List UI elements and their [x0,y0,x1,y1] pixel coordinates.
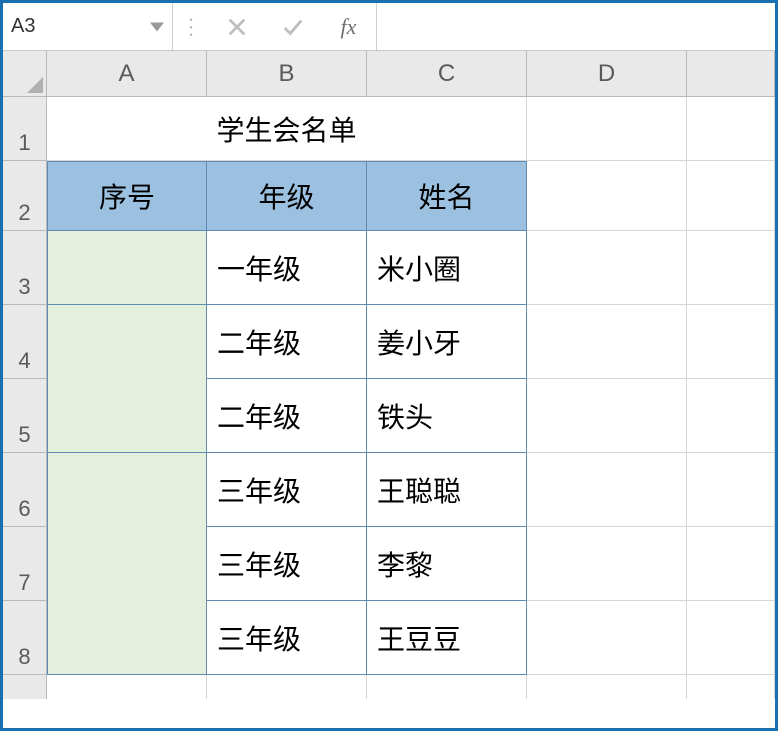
spreadsheet-grid: A B C D 1 学生会名单 2 序号 年级 姓名 3 一年级 [3,51,775,699]
column-header-blank[interactable] [687,51,775,97]
formula-input[interactable] [377,3,775,50]
column-header-C[interactable]: C [367,51,527,97]
cell-C9[interactable] [367,675,527,699]
check-icon [282,16,304,38]
row-header-7[interactable]: 7 [3,527,47,601]
grid-rows: 1 学生会名单 2 序号 年级 姓名 3 一年级 米小圈 4 [3,97,775,699]
cell-C8[interactable]: 王豆豆 [367,601,527,675]
table-row: 2 序号 年级 姓名 [3,161,775,231]
column-header-B[interactable]: B [207,51,367,97]
cell-E6[interactable] [687,453,775,527]
header-seq[interactable]: 序号 [47,161,207,231]
cell-C4[interactable]: 姜小牙 [367,305,527,379]
row-header-2[interactable]: 2 [3,161,47,231]
cell-D4[interactable] [527,305,687,379]
cell-B7[interactable]: 三年级 [207,527,367,601]
cell-A6[interactable] [47,453,207,527]
cell-B3[interactable]: 一年级 [207,231,367,305]
cell-A7[interactable] [47,527,207,601]
cell-C6[interactable]: 王聪聪 [367,453,527,527]
table-row: 7 三年级 李黎 [3,527,775,601]
enter-formula-button[interactable] [265,3,321,50]
name-box-dropdown-icon[interactable] [150,22,164,31]
cell-value: 铁头 [377,396,433,436]
cell-D6[interactable] [527,453,687,527]
cell-D2[interactable] [527,161,687,231]
row-header-4[interactable]: 4 [3,305,47,379]
header-grade-label: 年级 [258,176,314,216]
cell-value: 王豆豆 [377,618,461,658]
cell-D9[interactable] [527,675,687,699]
header-name[interactable]: 姓名 [367,161,527,231]
x-icon [226,16,248,38]
row-header-9[interactable] [3,675,47,699]
cell-D3[interactable] [527,231,687,305]
name-box-value: A3 [11,15,35,38]
fx-icon: fx [341,14,357,40]
cell-A8[interactable] [47,601,207,675]
cell-A9[interactable] [47,675,207,699]
cell-E1[interactable] [687,97,775,161]
cell-value: 姜小牙 [377,322,461,362]
cell-B9[interactable] [207,675,367,699]
row-header-3[interactable]: 3 [3,231,47,305]
cancel-formula-button[interactable] [209,3,265,50]
row-header-1[interactable]: 1 [3,97,47,161]
cell-D1[interactable] [527,97,687,161]
cell-value: 米小圈 [377,248,461,288]
cell-value: 三年级 [217,544,301,584]
row-header-8[interactable]: 8 [3,601,47,675]
cell-D7[interactable] [527,527,687,601]
cell-E7[interactable] [687,527,775,601]
cell-value: 二年级 [217,322,301,362]
header-seq-label: 序号 [99,176,155,216]
cell-A5[interactable] [47,379,207,453]
cell-E9[interactable] [687,675,775,699]
cell-D8[interactable] [527,601,687,675]
cell-B5[interactable]: 二年级 [207,379,367,453]
name-box[interactable]: A3 [3,3,173,50]
cell-value: 三年级 [217,470,301,510]
cell-C7[interactable]: 李黎 [367,527,527,601]
formula-bar: A3 ⋮ fx [3,3,775,51]
header-grade[interactable]: 年级 [207,161,367,231]
cell-A4[interactable] [47,305,207,379]
cell-value: 一年级 [217,248,301,288]
cell-E2[interactable] [687,161,775,231]
cell-C5[interactable]: 铁头 [367,379,527,453]
cell-value: 三年级 [217,618,301,658]
column-header-D[interactable]: D [527,51,687,97]
select-all-button[interactable] [3,51,47,97]
table-row: 4 二年级 姜小牙 [3,305,775,379]
column-header-row: A B C D [3,51,775,97]
column-header-A[interactable]: A [47,51,207,97]
cell-E5[interactable] [687,379,775,453]
cell-D5[interactable] [527,379,687,453]
cell-A3[interactable] [47,231,207,305]
cell-value: 二年级 [217,396,301,436]
header-name-label: 姓名 [418,176,474,216]
cell-value: 李黎 [377,544,433,584]
cell-B6[interactable]: 三年级 [207,453,367,527]
table-title: 学生会名单 [216,109,356,149]
table-row: 1 学生会名单 [3,97,775,161]
row-header-6[interactable]: 6 [3,453,47,527]
table-row: 5 二年级 铁头 [3,379,775,453]
table-row: 6 三年级 王聪聪 [3,453,775,527]
table-row: 8 三年级 王豆豆 [3,601,775,675]
title-cell[interactable]: 学生会名单 [47,97,527,161]
cell-value: 王聪聪 [377,470,461,510]
cell-E4[interactable] [687,305,775,379]
cell-B4[interactable]: 二年级 [207,305,367,379]
cell-E8[interactable] [687,601,775,675]
insert-function-button[interactable]: fx [321,3,377,50]
row-header-5[interactable]: 5 [3,379,47,453]
cell-E3[interactable] [687,231,775,305]
formula-bar-grip-icon: ⋮ [173,3,209,50]
cell-C3[interactable]: 米小圈 [367,231,527,305]
table-row [3,675,775,699]
cell-B8[interactable]: 三年级 [207,601,367,675]
table-row: 3 一年级 米小圈 [3,231,775,305]
